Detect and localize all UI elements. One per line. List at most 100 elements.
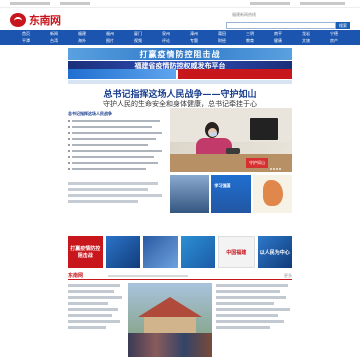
- epidemic-banner[interactable]: 打赢疫情防控阻击战: [68, 48, 292, 60]
- nav-item[interactable]: 海外: [68, 38, 96, 44]
- bullet-icon: [68, 120, 70, 122]
- nav-item[interactable]: 房产: [320, 38, 348, 44]
- nav-item[interactable]: 视频: [124, 38, 152, 44]
- nav-item[interactable]: 首页: [12, 31, 40, 37]
- list-item[interactable]: [68, 308, 118, 311]
- list-item[interactable]: [216, 302, 274, 305]
- list-item[interactable]: [216, 284, 288, 287]
- nav-item[interactable]: 健康: [264, 38, 292, 44]
- list-item[interactable]: [216, 320, 284, 323]
- section-header: 东南网 更多: [68, 272, 292, 280]
- hotline-text: 福建新闻热线: [232, 12, 256, 17]
- nav-item[interactable]: 专题: [180, 38, 208, 44]
- bullet-icon: [68, 126, 70, 128]
- nav-item[interactable]: 龙岩: [292, 31, 320, 37]
- list-item[interactable]: [216, 314, 278, 317]
- list-item[interactable]: [216, 290, 280, 293]
- nav-item[interactable]: 厦门: [124, 31, 152, 37]
- top-link-placeholder[interactable]: [60, 2, 90, 5]
- phone-icon: [226, 148, 240, 154]
- top-strip: [0, 0, 360, 8]
- site-logo[interactable]: 东南网: [10, 11, 80, 29]
- top-link-placeholder[interactable]: [10, 2, 50, 5]
- feature-thumb[interactable]: [252, 175, 292, 213]
- banner-divider: [68, 80, 292, 84]
- list-item[interactable]: [68, 296, 122, 299]
- bullet-icon: [68, 168, 70, 170]
- feature-thumb[interactable]: [170, 175, 210, 213]
- top-link-placeholder[interactable]: [300, 2, 345, 5]
- nav-item[interactable]: 福建: [68, 31, 96, 37]
- nav-item[interactable]: 教育: [236, 38, 264, 44]
- main-nav: 首页 新闻 福建 福州 厦门 泉州 漳州 莆田 三明 南平 龙岩 宁德 平潭 台…: [0, 30, 360, 45]
- bottom-news-list: [68, 284, 124, 332]
- list-item[interactable]: [68, 314, 112, 317]
- news-list-secondary: [68, 182, 166, 212]
- topic-tile[interactable]: [105, 236, 140, 268]
- nav-item[interactable]: 南平: [264, 31, 292, 37]
- nav-item[interactable]: 台湾: [40, 38, 68, 44]
- search-input[interactable]: [226, 22, 336, 29]
- headline-photo[interactable]: 守护如山: [170, 108, 292, 172]
- bullet-icon: [68, 144, 70, 146]
- list-item[interactable]: [68, 125, 166, 129]
- list-item[interactable]: [68, 137, 166, 141]
- nav-item[interactable]: 平潭: [12, 38, 40, 44]
- bullet-icon: [68, 150, 70, 152]
- topic-tile[interactable]: 以人民为中心: [257, 236, 292, 268]
- promo-banner-right[interactable]: [178, 69, 292, 79]
- list-item[interactable]: [68, 320, 120, 323]
- list-item[interactable]: [68, 290, 114, 293]
- topic-tile[interactable]: [180, 236, 215, 268]
- logo-text: 东南网: [29, 14, 61, 27]
- search-button[interactable]: 搜索: [336, 22, 350, 29]
- promo-banner-left[interactable]: [68, 69, 176, 79]
- section-tag[interactable]: 东南网: [68, 272, 83, 279]
- topic-tile[interactable]: [143, 236, 178, 268]
- nav-item[interactable]: 新闻: [40, 31, 68, 37]
- list-item[interactable]: [68, 143, 166, 147]
- feature-thumbs: 学习强国: [170, 175, 292, 213]
- nav-item[interactable]: 漳州: [180, 31, 208, 37]
- list-item[interactable]: [68, 182, 158, 185]
- nav-item[interactable]: 文旅: [292, 38, 320, 44]
- carousel-dots[interactable]: [270, 168, 281, 170]
- list-item[interactable]: [216, 308, 290, 311]
- nav-item[interactable]: 评论: [152, 38, 180, 44]
- top-link-placeholder[interactable]: [250, 2, 290, 5]
- list-item[interactable]: [68, 131, 166, 135]
- topic-tile[interactable]: 中国福建: [218, 236, 255, 268]
- list-item[interactable]: [68, 155, 166, 159]
- more-link[interactable]: 更多: [284, 273, 292, 279]
- bottom-news-list-right: [216, 284, 292, 332]
- list-item[interactable]: [68, 284, 120, 287]
- list-item[interactable]: [216, 326, 270, 329]
- news-list-title[interactable]: 总书记指挥这场人民战争: [68, 111, 166, 117]
- topic-tile[interactable]: 打赢疫情防控阻击战: [68, 236, 103, 268]
- nav-item[interactable]: 莆田: [208, 31, 236, 37]
- feature-thumb[interactable]: 学习强国: [211, 175, 251, 213]
- nav-item[interactable]: 宁德: [320, 31, 348, 37]
- nav-item[interactable]: 图片: [96, 38, 124, 44]
- list-item[interactable]: [68, 326, 106, 329]
- list-item[interactable]: [68, 188, 148, 191]
- bullet-icon: [68, 162, 70, 164]
- list-item[interactable]: [68, 149, 166, 153]
- site-header: 东南网 福建新闻热线 搜索: [0, 8, 360, 30]
- nav-item[interactable]: 三明: [236, 31, 264, 37]
- list-item[interactable]: [68, 200, 138, 203]
- list-item[interactable]: [68, 167, 166, 171]
- list-item[interactable]: [68, 302, 108, 305]
- list-item[interactable]: [68, 194, 162, 197]
- bullet-icon: [68, 156, 70, 158]
- nav-item[interactable]: 财经: [208, 38, 236, 44]
- list-item[interactable]: [68, 119, 166, 123]
- nav-item[interactable]: 福州: [96, 31, 124, 37]
- bullet-icon: [68, 138, 70, 140]
- list-item[interactable]: [68, 161, 166, 165]
- list-item[interactable]: [216, 296, 286, 299]
- news-list: 总书记指挥这场人民战争: [68, 111, 166, 173]
- photo-plaque: 守护如山: [246, 158, 268, 168]
- nav-item[interactable]: 泉州: [152, 31, 180, 37]
- bottom-photo[interactable]: [128, 283, 212, 357]
